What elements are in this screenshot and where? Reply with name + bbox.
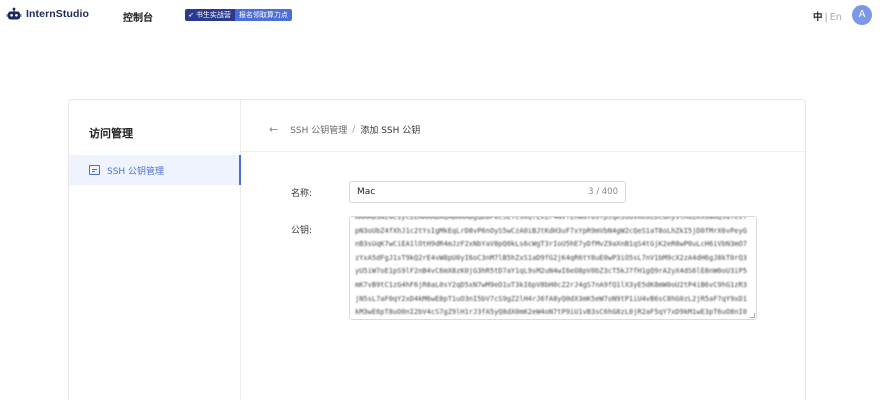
access-management-card: 访问管理 SSH 公钥管理 ← SSH 公钥管理 / 添加 SSH 公钥 名称:… bbox=[68, 99, 806, 400]
breadcrumb-separator: / bbox=[352, 124, 356, 135]
promo-right-label: 报名领取算力点 bbox=[234, 9, 292, 21]
breadcrumb-parent[interactable]: SSH 公钥管理 bbox=[290, 123, 347, 136]
public-key-textarea[interactable]: AAAAB3NzaC1yc2EAAAADAQABAAABgQDBP8c5ETc9… bbox=[349, 216, 757, 320]
lang-english[interactable]: En bbox=[830, 12, 842, 23]
brand-logo[interactable]: InternStudio bbox=[6, 6, 89, 22]
language-switcher: 中 | En bbox=[813, 9, 842, 23]
resize-handle-icon[interactable] bbox=[750, 313, 755, 318]
sidebar-item-ssh-keys[interactable]: SSH 公钥管理 bbox=[69, 155, 241, 185]
main-panel: ← SSH 公钥管理 / 添加 SSH 公钥 名称: Mac 3 / 400 公… bbox=[241, 100, 805, 400]
promo-left: ➶ 书生实战营 bbox=[185, 9, 235, 21]
promo-left-label: 书生实战营 bbox=[195, 11, 231, 19]
lang-chinese[interactable]: 中 bbox=[813, 12, 823, 23]
brand-name: InternStudio bbox=[26, 8, 90, 20]
arrow-left-icon[interactable]: ← bbox=[269, 123, 278, 136]
name-label: 名称: bbox=[291, 189, 313, 199]
public-key-value: AAAAB3NzaC1yc2EAAAADAQABAAABgQDBP8c5ETc9… bbox=[355, 216, 747, 317]
breadcrumb: ← SSH 公钥管理 / 添加 SSH 公钥 bbox=[269, 123, 420, 136]
name-char-count: 3 / 400 bbox=[588, 187, 618, 197]
robot-logo-icon bbox=[6, 7, 22, 20]
sidebar-title: 访问管理 bbox=[89, 127, 133, 140]
lang-separator: | bbox=[824, 12, 828, 23]
breadcrumb-current: 添加 SSH 公钥 bbox=[360, 126, 421, 136]
rocket-icon: ➶ bbox=[188, 11, 194, 19]
key-list-icon bbox=[89, 165, 100, 175]
name-input-value: Mac bbox=[357, 187, 376, 197]
public-key-label: 公钥: bbox=[291, 226, 313, 236]
promo-banner[interactable]: ➶ 书生实战营 报名领取算力点 bbox=[185, 9, 292, 21]
name-input[interactable]: Mac 3 / 400 bbox=[349, 181, 626, 203]
header-divider bbox=[241, 151, 805, 152]
nav-console-link[interactable]: 控制台 bbox=[123, 9, 153, 24]
sidebar-item-label: SSH 公钥管理 bbox=[107, 166, 165, 177]
top-navigation-bar: InternStudio 控制台 ➶ 书生实战营 报名领取算力点 中 | En A bbox=[0, 0, 885, 32]
user-avatar[interactable]: A bbox=[852, 5, 872, 25]
sidebar: 访问管理 SSH 公钥管理 bbox=[69, 100, 241, 400]
